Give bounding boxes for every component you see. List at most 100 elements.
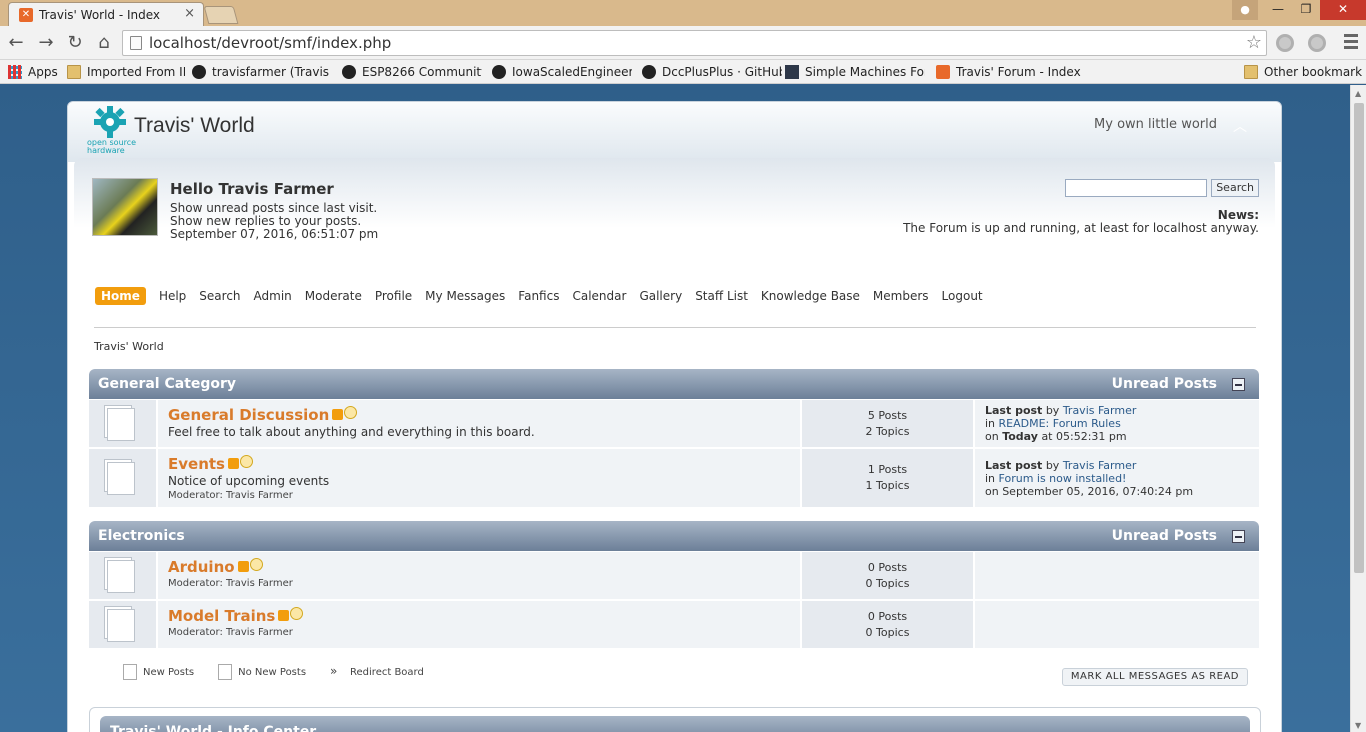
page-scrollbar[interactable]: ▲ ▼ <box>1350 85 1366 732</box>
bookmarks-bar: Apps Imported From IE travisfarmer (Trav… <box>0 60 1366 84</box>
bookmark-item[interactable]: Travis' Forum - Index <box>936 63 1086 81</box>
board-moderator[interactable]: Moderator: Travis Farmer <box>168 578 790 589</box>
folder-icon <box>1244 65 1258 79</box>
minimize-icon[interactable]: — <box>1264 0 1292 20</box>
bookmark-item[interactable]: IowaScaledEngineerin <box>492 63 632 81</box>
board-info: Model Trains Moderator: Travis Farmer <box>158 601 802 648</box>
bookmark-star-icon[interactable]: ☆ <box>1246 32 1262 53</box>
github-icon <box>192 65 206 79</box>
bookmark-folder[interactable]: Imported From IE <box>67 63 185 81</box>
gear-logo-icon <box>94 106 126 138</box>
menu-members[interactable]: Members <box>873 289 929 303</box>
bookmark-apps[interactable]: Apps <box>8 63 63 81</box>
collapse-category-icon[interactable] <box>1232 530 1245 543</box>
breadcrumb[interactable]: Travis' World <box>94 340 164 353</box>
browser-toolbar: ← → ↻ ⌂ localhost/devroot/smf/index.php … <box>0 26 1366 60</box>
extension-icon[interactable] <box>1308 34 1326 52</box>
menu-staff-list[interactable]: Staff List <box>695 289 748 303</box>
menu-knowledge-base[interactable]: Knowledge Base <box>761 289 860 303</box>
bookmark-item[interactable]: ESP8266 Community I <box>342 63 482 81</box>
unread-icon[interactable] <box>344 406 358 419</box>
scroll-up-icon[interactable]: ▲ <box>1355 89 1361 98</box>
reload-icon[interactable]: ↻ <box>63 31 87 55</box>
rss-icon[interactable] <box>278 610 290 621</box>
forum-logo-title[interactable]: Travis' World <box>134 114 255 138</box>
menu-moderate[interactable]: Moderate <box>305 289 362 303</box>
last-post: Last post by Travis Farmer in README: Fo… <box>975 400 1259 447</box>
search-button[interactable]: Search <box>1211 179 1259 197</box>
bookmark-item[interactable]: travisfarmer (Travis Fa <box>192 63 332 81</box>
board-status-icon <box>89 552 158 599</box>
category-title[interactable]: General Category <box>98 369 236 399</box>
browser-tab[interactable]: ✕ Travis' World - Index × <box>8 2 204 26</box>
rss-icon[interactable] <box>332 409 344 420</box>
rss-icon[interactable] <box>227 458 239 469</box>
current-datetime: September 07, 2016, 06:51:07 pm <box>170 227 379 241</box>
avatar[interactable] <box>92 178 158 236</box>
last-post-topic[interactable]: README: Forum Rules <box>999 417 1121 430</box>
last-post-user[interactable]: Travis Farmer <box>1063 404 1137 417</box>
user-profile-icon[interactable]: ● <box>1232 0 1258 20</box>
extension-icon[interactable] <box>1276 34 1294 52</box>
board-name[interactable]: Arduino <box>168 558 235 576</box>
board-name[interactable]: Model Trains <box>168 607 275 625</box>
bookmark-item[interactable]: DccPlusPlus · GitHub <box>642 63 782 81</box>
rss-icon[interactable] <box>237 561 249 572</box>
browser-menu-icon[interactable] <box>1344 34 1358 50</box>
unread-posts-link[interactable]: Unread Posts <box>1112 521 1217 551</box>
last-post-on: on <box>985 485 999 498</box>
collapse-header-icon[interactable]: ︿ <box>1233 116 1247 136</box>
menu-home[interactable]: Home <box>95 287 146 305</box>
menu-admin[interactable]: Admin <box>254 289 292 303</box>
window-close-icon[interactable]: ✕ <box>1320 0 1366 20</box>
mark-all-read-button[interactable]: MARK ALL MESSAGES AS READ <box>1061 668 1248 686</box>
menu-my-messages[interactable]: My Messages <box>425 289 505 303</box>
menu-search[interactable]: Search <box>199 289 240 303</box>
user-links: Show unread posts since last visit. Show… <box>170 202 378 241</box>
legend-label: New Posts <box>143 666 195 678</box>
category-title[interactable]: Electronics <box>98 521 185 551</box>
legend-label: Redirect Board <box>350 666 424 678</box>
search-input[interactable] <box>1065 179 1207 197</box>
unread-icon[interactable] <box>249 558 263 571</box>
restore-icon[interactable]: ❐ <box>1292 0 1320 20</box>
board-row: Events Notice of upcoming events Moderat… <box>89 449 1259 507</box>
scroll-thumb[interactable] <box>1354 103 1364 573</box>
scroll-down-icon[interactable]: ▼ <box>1355 721 1361 730</box>
home-icon[interactable]: ⌂ <box>92 31 116 55</box>
news-label: News: <box>1217 208 1259 222</box>
folder-icon <box>67 65 81 79</box>
last-post-user[interactable]: Travis Farmer <box>1063 459 1137 472</box>
other-bookmarks[interactable]: Other bookmarks <box>1244 63 1362 81</box>
board-name[interactable]: Events <box>168 455 225 473</box>
last-post-topic[interactable]: Forum is now installed! <box>999 472 1127 485</box>
new-tab-button[interactable] <box>203 6 239 24</box>
unread-icon[interactable] <box>290 607 304 620</box>
divider <box>94 327 1256 328</box>
menu-profile[interactable]: Profile <box>375 289 412 303</box>
board-moderator[interactable]: Moderator: Travis Farmer <box>168 490 790 501</box>
forward-arrow-icon[interactable]: → <box>34 31 58 55</box>
post-count: 0 Posts <box>867 560 908 574</box>
menu-logout[interactable]: Logout <box>942 289 983 303</box>
board-name[interactable]: General Discussion <box>168 406 329 424</box>
bookmark-item[interactable]: Simple Machines Foru <box>785 63 925 81</box>
last-post-by: by <box>1045 459 1060 472</box>
menu-calendar[interactable]: Calendar <box>572 289 626 303</box>
menu-help[interactable]: Help <box>159 289 186 303</box>
unread-posts-link[interactable]: Unread Posts <box>1112 369 1217 399</box>
menu-gallery[interactable]: Gallery <box>639 289 682 303</box>
board-info: Arduino Moderator: Travis Farmer <box>158 552 802 599</box>
back-arrow-icon[interactable]: ← <box>4 31 28 55</box>
address-bar[interactable]: localhost/devroot/smf/index.php ☆ <box>122 30 1267 56</box>
info-center-title[interactable]: Travis' World - Info Center <box>100 716 1250 732</box>
board-row: Arduino Moderator: Travis Farmer 0 Posts… <box>89 552 1259 599</box>
board-moderator[interactable]: Moderator: Travis Farmer <box>168 627 790 638</box>
close-tab-icon[interactable]: × <box>184 6 195 21</box>
collapse-category-icon[interactable] <box>1232 378 1245 391</box>
window-close-wrap: ✕ <box>1320 0 1366 20</box>
menu-fanfics[interactable]: Fanfics <box>518 289 559 303</box>
board-stats: 0 Posts 0 Topics <box>802 601 975 648</box>
board-row: General Discussion Feel free to talk abo… <box>89 400 1259 447</box>
unread-icon[interactable] <box>239 455 253 468</box>
